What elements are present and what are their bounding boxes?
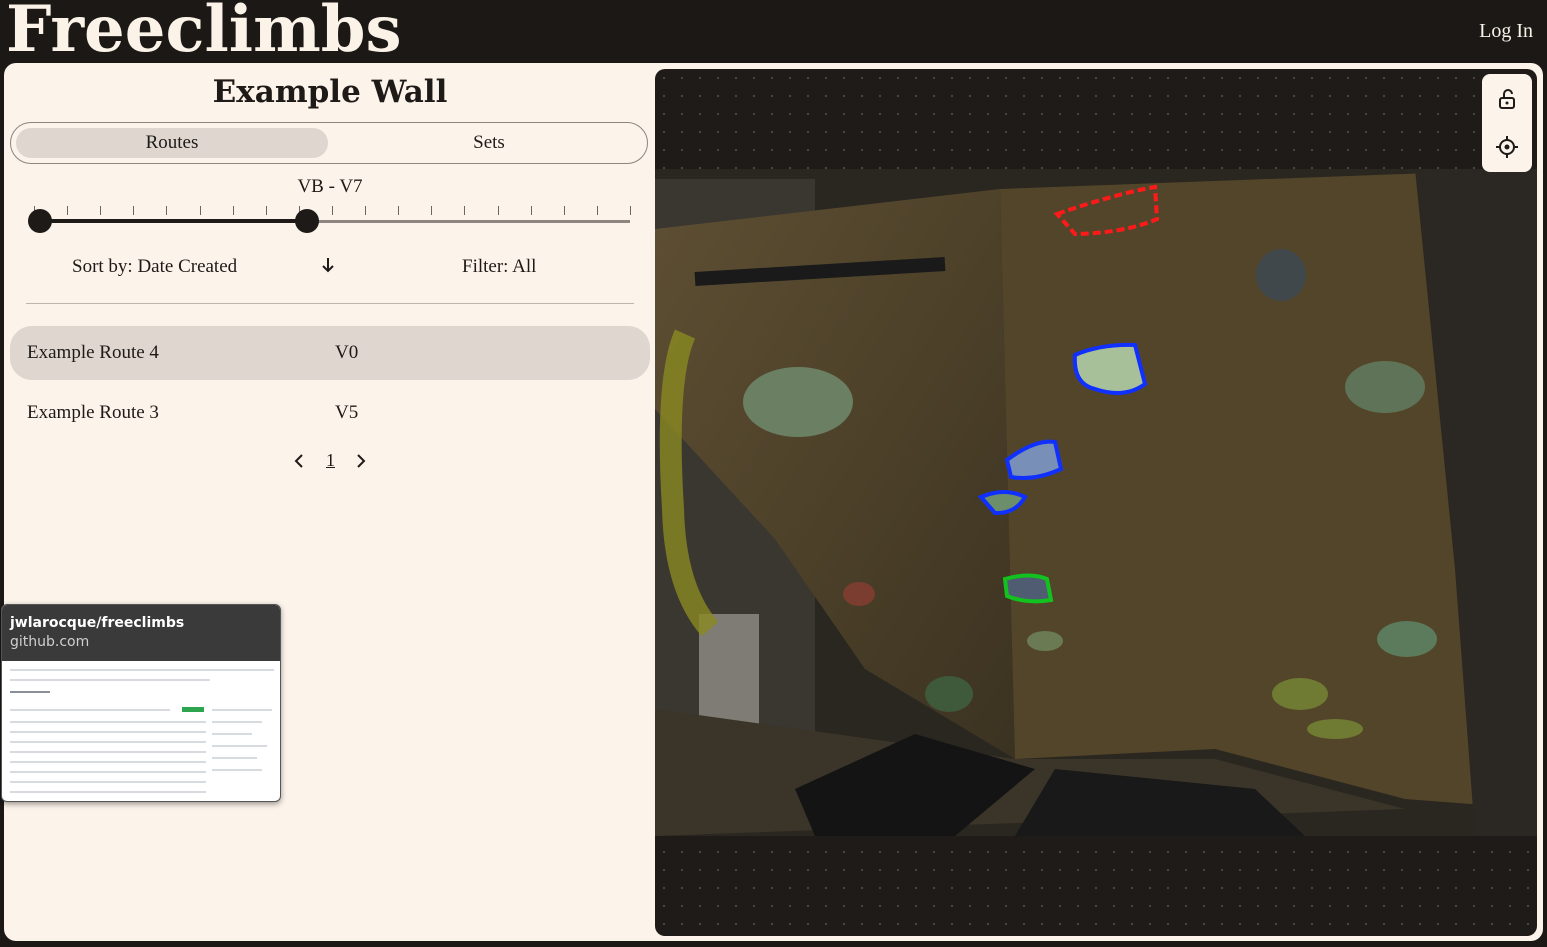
route-hold-start[interactable] [1002, 573, 1054, 604]
link-preview-header: jwlarocque/freeclimbs github.com [2, 605, 280, 661]
route-name: Example Route 3 [27, 402, 159, 423]
sort-dropdown[interactable]: Sort by: Date Created [72, 256, 237, 278]
route-hold[interactable] [1072, 342, 1148, 395]
slider-tick [398, 206, 400, 215]
canvas-toolbar [1482, 74, 1532, 172]
tab-bar: Routes Sets [10, 122, 648, 164]
chevron-right-icon[interactable] [354, 450, 368, 477]
slider-tick [100, 206, 102, 215]
divider [26, 303, 634, 304]
slider-min-handle[interactable] [28, 209, 52, 233]
slider-tick [464, 206, 466, 215]
slider-tick [530, 206, 532, 215]
slider-tick [563, 206, 565, 215]
slider-max-handle[interactable] [294, 209, 319, 233]
slider-tick [365, 206, 367, 215]
link-preview-domain: github.com [10, 634, 90, 650]
link-preview-title: jwlarocque/freeclimbs [10, 615, 185, 631]
tab-routes[interactable]: Routes [16, 128, 328, 158]
chevron-left-icon[interactable] [292, 450, 306, 477]
hold[interactable] [1345, 361, 1425, 413]
slider-tick [67, 206, 69, 215]
login-link[interactable]: Log In [1479, 20, 1533, 43]
route-name: Example Route 4 [27, 342, 159, 363]
hold[interactable] [743, 367, 853, 437]
route-grade: V0 [335, 342, 359, 363]
slider-tick [596, 206, 598, 215]
hold[interactable] [1256, 249, 1306, 301]
slider-tick [199, 206, 201, 215]
route-panel: Example Wall Routes Sets VB - V7 Sort by… [6, 66, 654, 938]
sort-direction-icon[interactable] [321, 256, 335, 280]
slider-tick [133, 206, 135, 215]
slider-tick [232, 206, 234, 215]
slider-tick [497, 206, 499, 215]
unlock-icon[interactable] [1495, 87, 1519, 111]
filter-dropdown[interactable]: Filter: All [462, 256, 536, 278]
grade-range-slider[interactable] [26, 206, 631, 236]
brand-logo[interactable]: Freeclimbs [6, 0, 402, 66]
route-list-item[interactable]: Example Route 4 V0 [10, 326, 650, 380]
link-preview-popup[interactable]: jwlarocque/freeclimbs github.com [1, 604, 281, 802]
link-preview-thumbnail [6, 663, 278, 799]
page-number[interactable]: 1 [326, 450, 335, 471]
locate-icon[interactable] [1495, 135, 1519, 159]
slider-tick [265, 206, 267, 215]
grade-range-label: VB - V7 [297, 176, 363, 197]
tab-sets[interactable]: Sets [333, 128, 645, 158]
slider-tick [630, 206, 631, 215]
wall-canvas[interactable] [655, 69, 1537, 936]
slider-tick [166, 206, 168, 215]
slider-tick [431, 206, 433, 215]
route-list-item[interactable]: Example Route 3 V5 [10, 386, 650, 440]
sort-filter-row: Sort by: Date Created Filter: All [6, 254, 654, 284]
slider-tick [332, 206, 333, 215]
route-grade: V5 [335, 402, 359, 423]
wall-title: Example Wall [212, 74, 448, 110]
wall-image[interactable] [655, 69, 1537, 936]
slider-selected-range [34, 219, 296, 223]
